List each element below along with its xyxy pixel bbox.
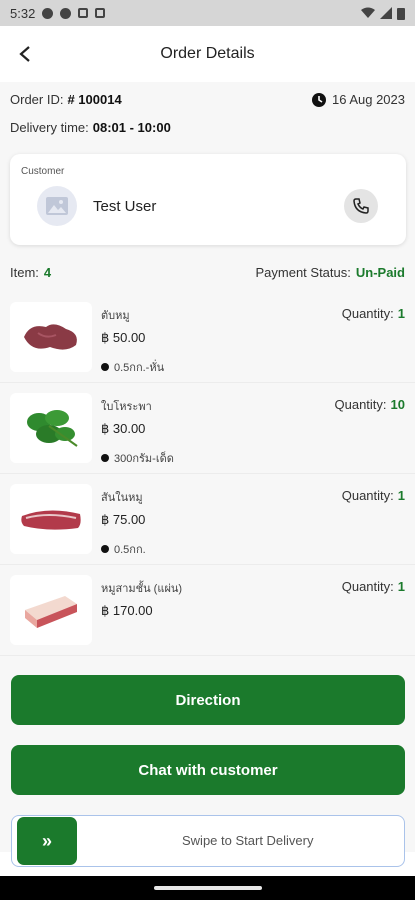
product-quantity: Quantity: 1	[342, 579, 405, 594]
status-time: 5:32	[10, 5, 36, 21]
quantity-value: 1	[397, 306, 405, 321]
quantity-label: Quantity:	[334, 397, 387, 412]
swipe-handle[interactable]: »	[17, 817, 77, 865]
back-button[interactable]	[10, 38, 42, 70]
record-icon	[60, 7, 72, 19]
payment-status-value: Un-Paid	[355, 265, 405, 280]
app-bar: Order Details	[0, 26, 415, 82]
order-id-row: Order ID: # 100014 16 Aug 2023	[10, 92, 405, 107]
product-unit-label: 0.5กก.-หั่น	[114, 362, 165, 374]
product-name: ตับหมู	[101, 310, 130, 322]
signal-icon	[380, 7, 392, 19]
order-item-list: ตับหมู ฿ 50.00 0.5กก.-หั่น Quantity: 1 ใบ…	[0, 292, 415, 656]
image-placeholder-icon	[46, 197, 68, 215]
status-bar: 5:32	[0, 0, 415, 26]
wifi-icon	[361, 7, 375, 18]
quantity-label: Quantity:	[341, 579, 394, 594]
home-gesture-handle[interactable]	[154, 886, 262, 890]
payment-status-label: Payment Status:	[255, 265, 351, 280]
product-image	[10, 302, 92, 372]
product-quantity: Quantity: 10	[335, 397, 406, 412]
delivery-time-row: Delivery time: 08:01 - 10:00	[10, 120, 405, 135]
list-item[interactable]: ตับหมู ฿ 50.00 0.5กก.-หั่น Quantity: 1	[0, 292, 415, 383]
product-name: สันในหมู	[101, 492, 143, 504]
shield-icon	[78, 8, 89, 18]
order-date: 16 Aug 2023	[331, 92, 405, 107]
direction-button[interactable]: Direction	[11, 675, 405, 725]
quantity-label: Quantity:	[341, 488, 394, 503]
clock-icon	[311, 92, 326, 107]
item-count-label: Item:	[10, 265, 39, 280]
page-title: Order Details	[160, 45, 255, 62]
notification-icon	[42, 7, 54, 19]
list-item[interactable]: สันในหมู ฿ 75.00 0.5กก. Quantity: 1	[0, 474, 415, 565]
customer-card: Customer Test User	[10, 154, 406, 245]
product-unit-label: 300กรัม-เด็ด	[114, 453, 174, 465]
avatar	[37, 186, 77, 226]
swipe-to-start-delivery[interactable]: » Swipe to Start Delivery	[11, 815, 405, 867]
product-quantity: Quantity: 1	[342, 488, 405, 503]
customer-name: Test User	[93, 198, 157, 215]
order-id-value: # 100014	[67, 92, 122, 107]
product-image	[10, 484, 92, 554]
product-unit: 300กรัม-เด็ด	[101, 449, 174, 467]
product-price: ฿ 75.00	[101, 512, 146, 527]
phone-icon	[353, 198, 369, 214]
chat-with-customer-button[interactable]: Chat with customer	[11, 745, 405, 795]
order-summary-row: Item: 4 Payment Status: Un-Paid	[10, 265, 405, 280]
product-image	[10, 575, 92, 645]
bullet-icon	[101, 363, 109, 371]
order-id-label: Order ID:	[10, 92, 64, 107]
delivery-time-label: Delivery time:	[10, 120, 89, 135]
bullet-icon	[101, 545, 109, 553]
product-price: ฿ 50.00	[101, 330, 146, 345]
call-customer-button[interactable]	[344, 189, 378, 223]
bullet-icon	[101, 454, 109, 462]
product-price: ฿ 170.00	[101, 603, 153, 618]
item-count-value: 4	[43, 265, 52, 280]
customer-section-label: Customer	[21, 166, 65, 177]
product-unit: 0.5กก.	[101, 540, 146, 558]
system-nav-bar	[0, 876, 415, 900]
order-content: Order ID: # 100014 16 Aug 2023 Delivery …	[0, 82, 415, 867]
quantity-value: 1	[397, 488, 405, 503]
arrow-left-icon	[19, 46, 30, 62]
list-item[interactable]: หมูสามชั้น (แผ่น) ฿ 170.00 Quantity: 1	[0, 565, 415, 656]
quantity-label: Quantity:	[341, 306, 394, 321]
product-unit-label: 0.5กก.	[114, 544, 146, 556]
product-quantity: Quantity: 1	[342, 306, 405, 321]
battery-icon	[397, 7, 405, 20]
product-name: หมูสามชั้น (แผ่น)	[101, 583, 183, 595]
product-name: ใบโหระพา	[101, 401, 152, 413]
app-icon	[95, 8, 106, 18]
product-unit: 0.5กก.-หั่น	[101, 358, 164, 376]
list-item[interactable]: ใบโหระพา ฿ 30.00 300กรัม-เด็ด Quantity: 1…	[0, 383, 415, 474]
swipe-label: Swipe to Start Delivery	[182, 833, 314, 848]
delivery-time-value: 08:01 - 10:00	[92, 120, 171, 135]
quantity-value: 10	[390, 397, 405, 412]
product-price: ฿ 30.00	[101, 421, 146, 436]
product-image	[10, 393, 92, 463]
double-chevron-right-icon: »	[41, 830, 52, 851]
quantity-value: 1	[397, 579, 405, 594]
